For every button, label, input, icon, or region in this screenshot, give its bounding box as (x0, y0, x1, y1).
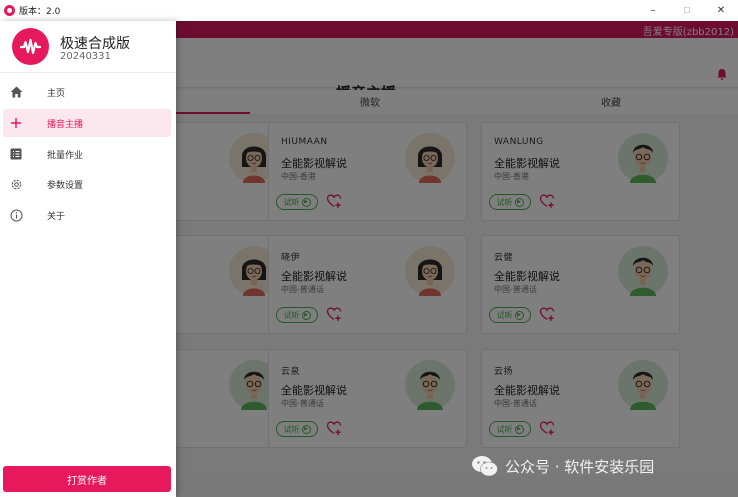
menu-item-voice-anchor[interactable]: 播音主播 (3, 109, 171, 137)
drawer-backdrop[interactable] (176, 21, 738, 497)
menu-item-label: 播音主播 (47, 119, 84, 130)
app-version: 20240331 (60, 51, 111, 62)
watermark: 公众号 · 软件安装乐园 (471, 455, 654, 477)
list-icon (9, 147, 23, 161)
menu-item-label: 批量作业 (47, 150, 84, 161)
menu-item-about[interactable]: 关于 (3, 201, 171, 229)
maximize-button[interactable]: ☐ (670, 0, 704, 21)
minimize-button[interactable]: – (636, 0, 670, 21)
window-titlebar: 版本：2.0 – ☐ ✕ (0, 0, 738, 21)
home-icon (9, 85, 23, 99)
drawer-header: 极速合成版 20240331 (0, 21, 176, 73)
menu-item-home[interactable]: 主页 (3, 78, 171, 106)
close-button[interactable]: ✕ (704, 0, 738, 21)
wechat-icon (472, 456, 498, 477)
side-drawer: 极速合成版 20240331 主页 播音主播 批量作业 参数设置 关于 打赏作者 (0, 21, 176, 497)
menu-item-batch-job[interactable]: 批量作业 (3, 140, 171, 168)
app-logo (12, 28, 49, 65)
app-name: 极速合成版 (60, 36, 130, 52)
menu-item-label: 参数设置 (47, 180, 84, 191)
watermark-text: 公众号 · 软件安装乐园 (505, 457, 655, 476)
plus-icon (9, 116, 23, 130)
menu-item-label: 主页 (47, 88, 66, 99)
reward-author-button[interactable]: 打赏作者 (3, 466, 171, 492)
gear-icon (9, 177, 23, 191)
window-title: 版本：2.0 (19, 7, 61, 17)
menu-item-settings[interactable]: 参数设置 (3, 170, 171, 198)
menu-item-label: 关于 (47, 211, 66, 222)
info-icon (9, 208, 23, 222)
app-icon (4, 5, 15, 16)
